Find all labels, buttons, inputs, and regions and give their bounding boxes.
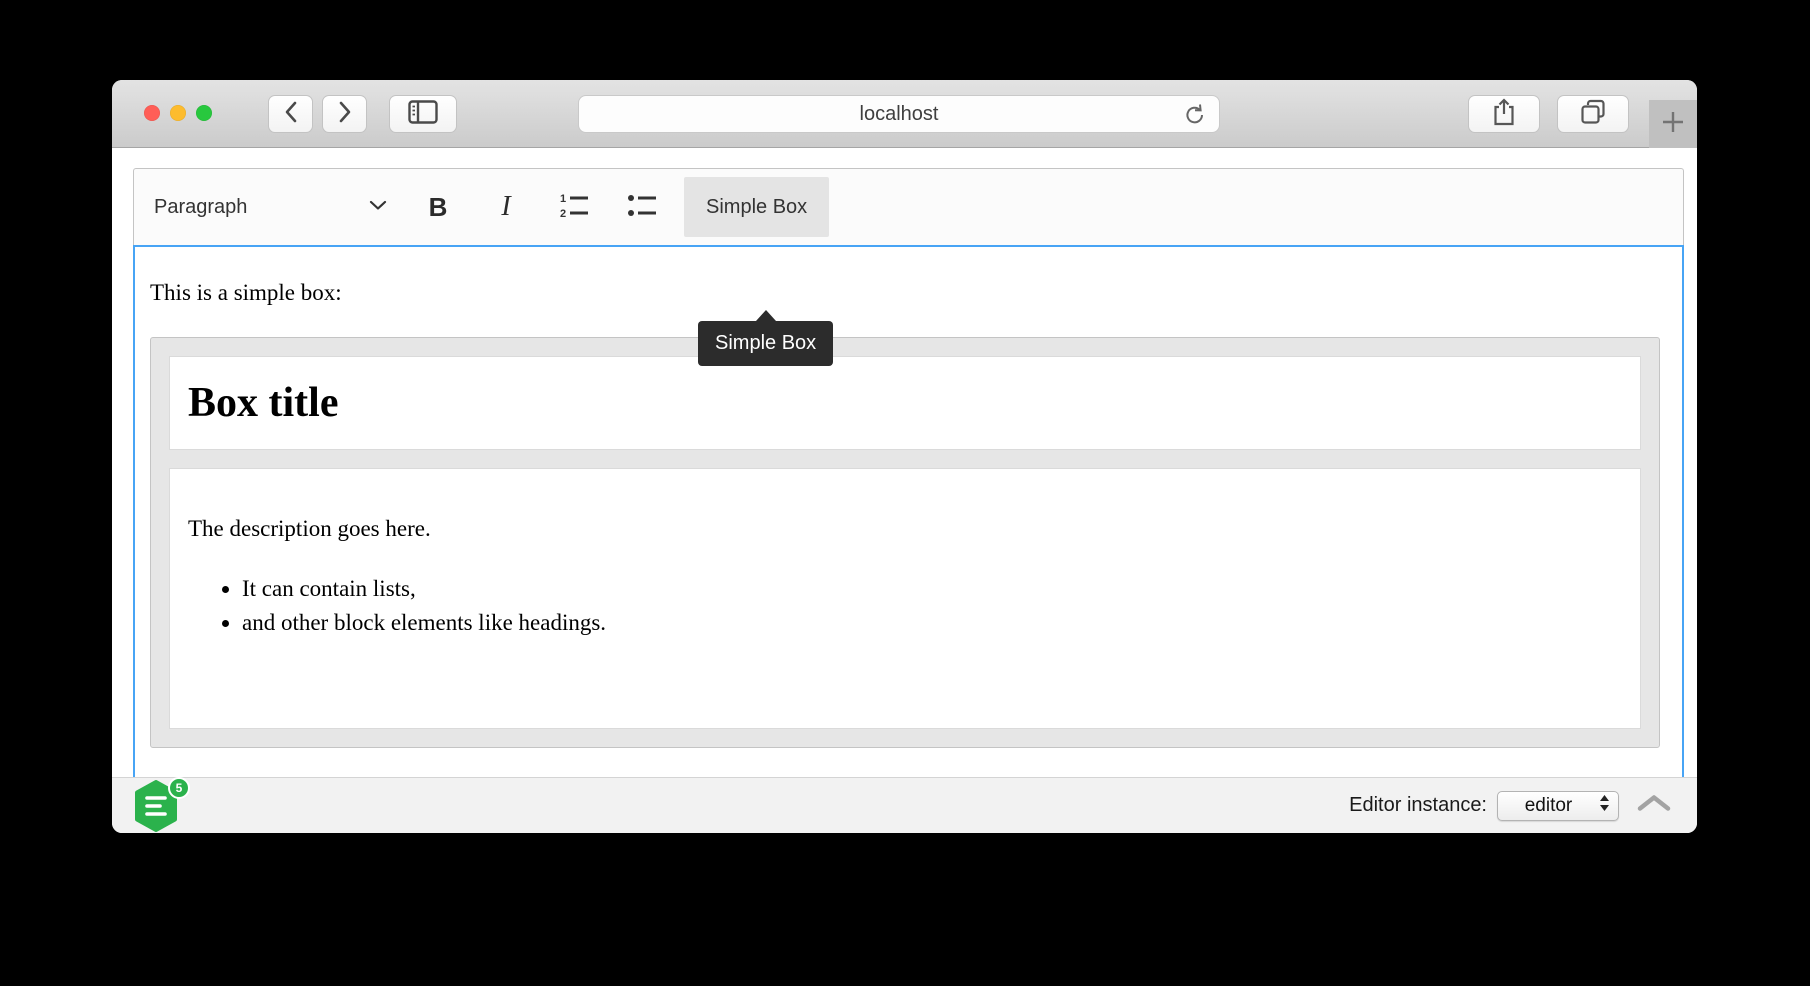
ckeditor-inspector-logo[interactable]: 5 [132, 780, 190, 832]
address-url: localhost [860, 103, 939, 126]
description-list: It can contain lists, and other block el… [188, 572, 1622, 640]
tooltip-arrow-icon [756, 310, 776, 321]
chevron-down-icon [368, 198, 388, 216]
sidebar-toggle-button[interactable] [389, 95, 457, 133]
numbered-list-icon: 1 2 [558, 191, 590, 224]
title-bar: localhost [112, 80, 1697, 148]
chevron-right-icon [338, 101, 352, 128]
paragraph-dropdown-label: Paragraph [154, 196, 247, 219]
paragraph-dropdown[interactable]: Paragraph [148, 177, 396, 237]
box-title[interactable]: Box title [169, 356, 1641, 450]
select-arrows-icon [1599, 794, 1610, 817]
bold-button[interactable]: B [412, 177, 464, 237]
forward-button[interactable] [322, 95, 367, 133]
italic-button[interactable]: I [480, 177, 532, 237]
italic-icon: I [501, 191, 510, 223]
simple-box-tooltip: Simple Box [698, 321, 833, 366]
simple-box-button-label: Simple Box [706, 196, 807, 219]
chevron-up-icon [1637, 794, 1671, 817]
svg-text:2: 2 [560, 208, 566, 219]
browser-window: localhost [112, 80, 1697, 833]
sidebar-icon [408, 100, 438, 129]
plus-icon [1661, 110, 1685, 139]
editor-instance-select[interactable]: editor [1497, 791, 1619, 821]
editor-instance-value: editor [1498, 795, 1599, 817]
tab-overview-button[interactable] [1557, 95, 1629, 133]
simple-box-button[interactable]: Simple Box [684, 177, 829, 237]
inspector-bar: 5 Editor instance: editor [112, 777, 1697, 833]
zoom-window-button[interactable] [196, 105, 212, 121]
address-bar[interactable]: localhost [578, 95, 1220, 133]
description-paragraph[interactable]: The description goes here. [188, 513, 1622, 545]
bold-icon: B [429, 192, 448, 223]
inspector-badge: 5 [168, 777, 190, 799]
page-content: Paragraph B I 1 2 [112, 149, 1697, 777]
svg-text:1: 1 [560, 193, 566, 205]
intro-paragraph[interactable]: This is a simple box: [150, 277, 1660, 309]
tabs-icon [1580, 99, 1606, 130]
share-icon [1493, 98, 1515, 131]
reload-button[interactable] [1183, 103, 1207, 132]
new-tab-button[interactable] [1649, 100, 1697, 148]
share-button[interactable] [1468, 95, 1540, 133]
editor-content-area[interactable]: This is a simple box: Box title The desc… [133, 245, 1684, 777]
numbered-list-button[interactable]: 1 2 [548, 177, 600, 237]
minimize-window-button[interactable] [170, 105, 186, 121]
bulleted-list-button[interactable] [616, 177, 668, 237]
tooltip-label: Simple Box [715, 332, 816, 355]
close-window-button[interactable] [144, 105, 160, 121]
box-description[interactable]: The description goes here. It can contai… [169, 468, 1641, 729]
chevron-left-icon [284, 101, 298, 128]
inspector-collapse-button[interactable] [1637, 794, 1671, 817]
bulleted-list-icon [626, 191, 658, 224]
simple-box-widget[interactable]: Box title The description goes here. It … [150, 337, 1660, 748]
list-item[interactable]: and other block elements like headings. [242, 606, 1622, 640]
list-item[interactable]: It can contain lists, [242, 572, 1622, 606]
editor-toolbar: Paragraph B I 1 2 [133, 168, 1684, 245]
editor-instance-label: Editor instance: [1349, 794, 1487, 817]
back-button[interactable] [268, 95, 313, 133]
